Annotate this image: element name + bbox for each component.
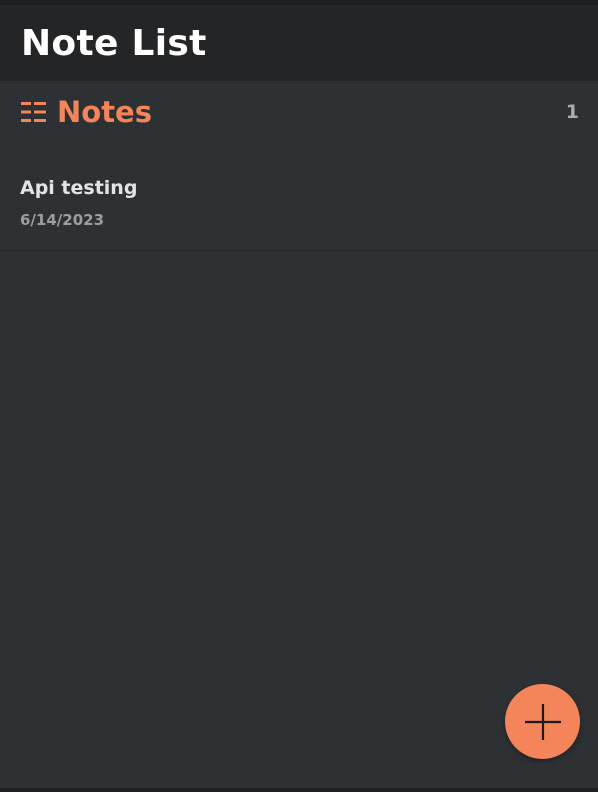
page-title: Note List — [21, 22, 207, 64]
app-window: Note List Notes 1 Api testing 6/14/2023 — [0, 0, 598, 792]
plus-icon — [524, 703, 561, 740]
note-date: 6/14/2023 — [20, 211, 105, 229]
notes-count-badge: 1 — [565, 101, 579, 123]
list-icon — [21, 101, 46, 123]
add-note-button[interactable] — [505, 684, 580, 759]
note-list-item[interactable]: Api testing 6/14/2023 — [0, 143, 598, 251]
note-title: Api testing — [20, 177, 138, 199]
app-header: Note List — [0, 5, 598, 81]
note-list: Api testing 6/14/2023 — [0, 143, 598, 251]
notes-section-title: Notes — [57, 95, 152, 129]
notes-section-header: Notes 1 — [0, 81, 598, 143]
